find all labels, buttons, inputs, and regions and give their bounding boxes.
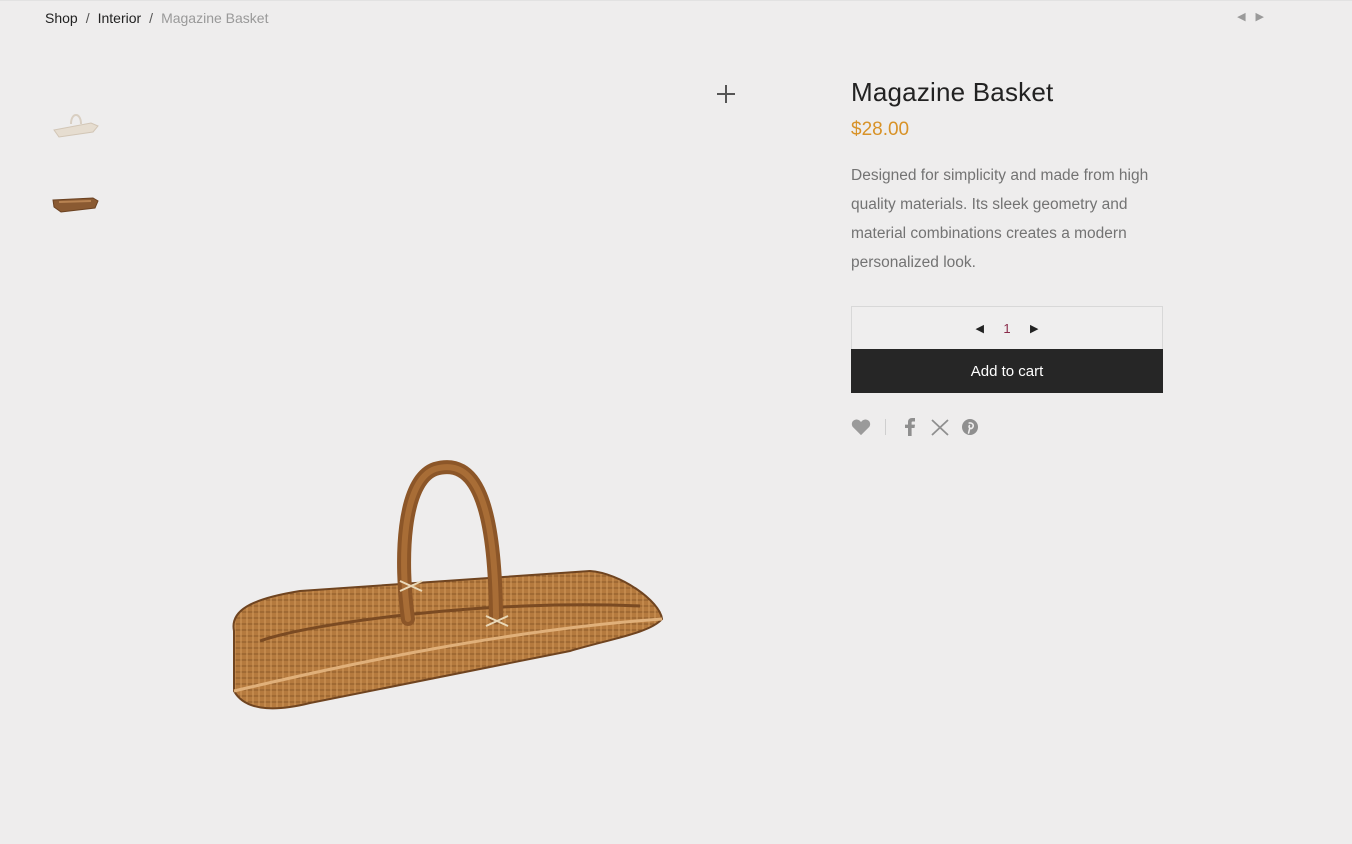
breadcrumb-shop[interactable]: Shop [45, 10, 78, 26]
product-main-image [190, 441, 690, 741]
pinterest-glyph [962, 419, 978, 435]
quantity-stepper: ◀ 1 ▶ [851, 306, 1163, 349]
magazine-basket-image [232, 460, 664, 710]
product-title: Magazine Basket [851, 77, 1054, 107]
facebook-glyph [905, 418, 915, 436]
breadcrumb-interior[interactable]: Interior [98, 10, 142, 26]
basket-dark-image [52, 197, 99, 213]
breadcrumb: Shop / Interior / Magazine Basket [45, 10, 268, 26]
social-actions [851, 417, 1163, 437]
facebook-icon[interactable] [900, 417, 920, 437]
zoom-plus-icon[interactable] [714, 82, 738, 106]
add-to-cart-button[interactable]: Add to cart [851, 349, 1163, 393]
x-icon[interactable] [930, 417, 950, 437]
heart-icon[interactable] [851, 418, 871, 436]
breadcrumb-separator: / [149, 10, 154, 26]
thumbnail-gallery [50, 101, 100, 257]
thumbnail-basket-dark[interactable] [50, 179, 100, 229]
social-divider [885, 419, 886, 435]
product-info: Magazine Basket $28.00 Designed for simp… [851, 77, 1163, 437]
previous-product-icon[interactable]: ◀ [1237, 10, 1245, 23]
product-description: Designed for simplicity and made from hi… [851, 167, 1149, 271]
increase-quantity-icon[interactable]: ▶ [1030, 322, 1038, 335]
next-product-icon[interactable]: ▶ [1256, 10, 1264, 23]
breadcrumb-current: Magazine Basket [161, 10, 269, 26]
basket-light-image [53, 114, 99, 138]
x-glyph [931, 418, 949, 436]
breadcrumb-separator: / [85, 10, 90, 26]
quantity-input[interactable]: 1 [1002, 321, 1012, 336]
product-navigation: ◀ ▶ [1237, 10, 1264, 23]
decrease-quantity-icon[interactable]: ◀ [976, 322, 984, 335]
thumbnail-basket-light[interactable] [50, 101, 100, 151]
product-price: $28.00 [851, 119, 910, 140]
pinterest-icon[interactable] [960, 417, 980, 437]
